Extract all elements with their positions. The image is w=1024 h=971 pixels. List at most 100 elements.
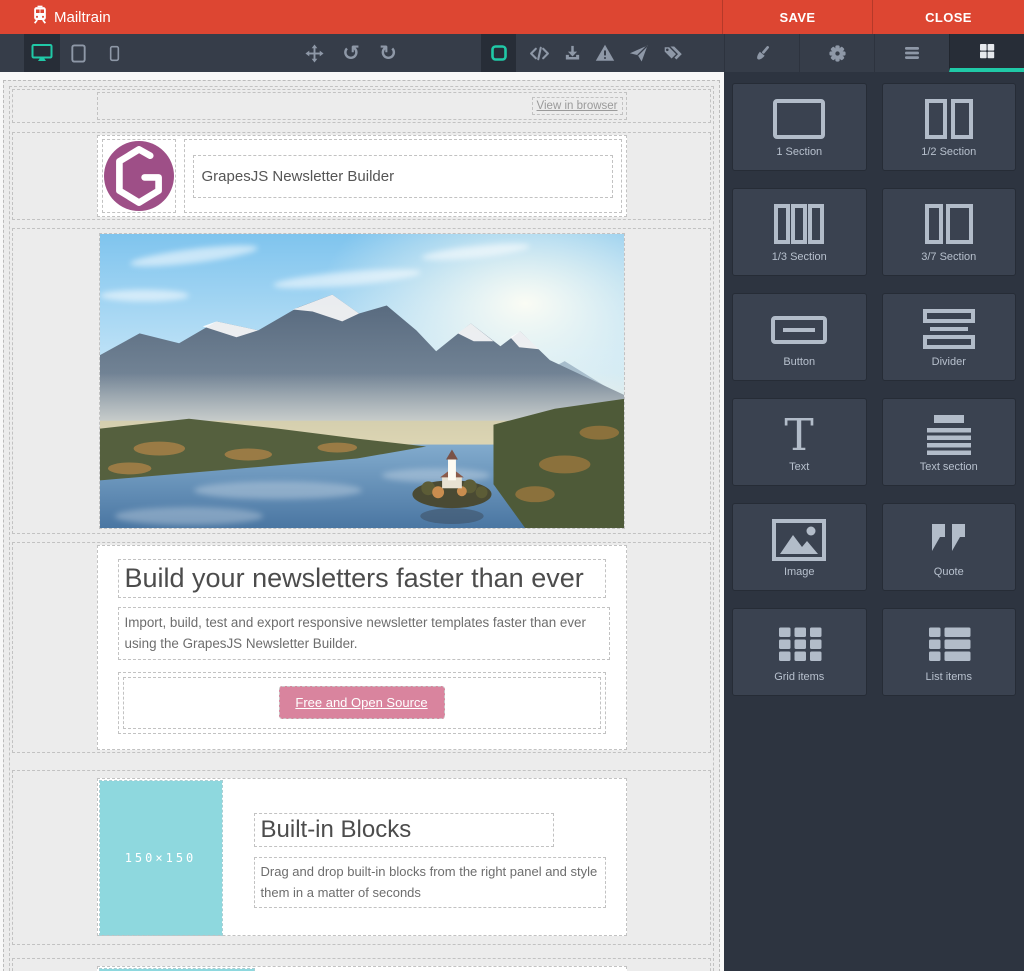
canvas-actions: ↺ ↻: [303, 34, 399, 72]
settings-gear-icon: [828, 44, 847, 63]
one-section-icon: [767, 97, 831, 143]
save-button[interactable]: SAVE: [722, 0, 872, 34]
block-label: Button: [783, 356, 815, 368]
block-label: Text: [789, 461, 809, 473]
brand-text-cell[interactable]: GrapesJS Newsletter Builder: [184, 139, 622, 213]
three-seven-section-icon: [917, 202, 981, 248]
device-mobile-button[interactable]: [96, 34, 132, 72]
block-label: Grid items: [774, 671, 824, 683]
block-card[interactable]: Quote: [882, 503, 1017, 591]
move-icon[interactable]: [303, 44, 325, 63]
block-card[interactable]: 3/7 Section: [882, 188, 1017, 276]
feature-image-wrap[interactable]: 150×150: [99, 780, 223, 936]
half-section-icon: [917, 97, 981, 143]
block-card[interactable]: 1/3 Section: [732, 188, 867, 276]
feature-text-cell[interactable]: Built-in Blocks Drag and drop built-in b…: [224, 779, 626, 935]
tab-layers[interactable]: [874, 34, 949, 72]
device-tablet-button[interactable]: [60, 34, 96, 72]
block-card[interactable]: Image: [732, 503, 867, 591]
browser-cell[interactable]: View in browser: [97, 92, 627, 120]
panel-tab-bar: [724, 34, 1024, 72]
logo-row[interactable]: GrapesJS Newsletter Builder: [12, 132, 711, 220]
free-open-source-button[interactable]: Free and Open Source: [279, 686, 445, 719]
hero-heading[interactable]: Build your newsletters faster than ever: [118, 559, 606, 598]
app-header: Mailtrain SAVE CLOSE: [0, 0, 1024, 34]
desktop-icon: [31, 43, 53, 63]
block-card[interactable]: Button: [732, 293, 867, 381]
grapesjs-logo-icon[interactable]: [104, 141, 174, 211]
block-card[interactable]: T Text: [732, 398, 867, 486]
hero-image-cell[interactable]: [97, 231, 627, 531]
block-label: Quote: [934, 566, 964, 578]
hero-text-section[interactable]: Build your newsletters faster than ever …: [97, 545, 627, 750]
hero-text-row[interactable]: Build your newsletters faster than ever …: [12, 542, 711, 753]
view-in-browser-link[interactable]: View in browser: [532, 97, 623, 115]
redo-icon[interactable]: ↻: [377, 43, 399, 64]
app-brand[interactable]: Mailtrain: [0, 5, 111, 30]
tab-blocks[interactable]: [949, 34, 1024, 72]
train-icon: [30, 5, 50, 30]
block-card[interactable]: 1/2 Section: [882, 83, 1017, 171]
browser-row[interactable]: View in browser: [12, 89, 711, 123]
feature-row[interactable]: 150×150 Built-in Blocks Drag and drop bu…: [12, 770, 711, 945]
block-card[interactable]: 1 Section: [732, 83, 867, 171]
text-section-icon: [917, 412, 981, 458]
blocks-grid-icon: [978, 42, 996, 60]
mobile-icon: [106, 45, 123, 62]
send-test-icon[interactable]: [628, 43, 649, 64]
grid-items-icon: [767, 622, 831, 668]
device-switcher: [0, 34, 132, 72]
undo-icon[interactable]: ↺: [340, 43, 362, 64]
block-label: Text section: [920, 461, 978, 473]
feature-text-cell-2[interactable]: [256, 967, 626, 971]
warning-icon[interactable]: [595, 43, 615, 63]
block-label: Image: [784, 566, 815, 578]
feature-section[interactable]: 150×150 Built-in Blocks Drag and drop bu…: [97, 778, 627, 936]
close-button[interactable]: CLOSE: [872, 0, 1024, 34]
block-card[interactable]: Text section: [882, 398, 1017, 486]
tags-icon[interactable]: [662, 43, 684, 63]
feature-row-2[interactable]: 150×150: [12, 958, 711, 971]
logo-image-wrap[interactable]: [102, 139, 176, 213]
block-label: 3/7 Section: [921, 251, 976, 263]
component-outline-icon: [490, 44, 508, 62]
tab-style-manager[interactable]: [724, 34, 799, 72]
quote-icon: [917, 517, 981, 563]
hero-image-row[interactable]: [12, 228, 711, 534]
divider-icon: [917, 307, 981, 353]
import-icon[interactable]: [563, 44, 582, 63]
block-card[interactable]: Divider: [882, 293, 1017, 381]
toggle-outline-button[interactable]: [481, 34, 516, 72]
tablet-icon: [69, 44, 88, 63]
third-section-icon: [767, 202, 831, 248]
code-icon[interactable]: [529, 44, 550, 63]
list-items-icon: [917, 622, 981, 668]
svg-text:T: T: [785, 413, 814, 457]
block-label: List items: [926, 671, 972, 683]
layers-icon: [902, 44, 922, 62]
placeholder-image[interactable]: 150×150: [100, 781, 222, 935]
email-body[interactable]: View in browser GrapesJ: [3, 80, 720, 971]
block-label: 1 Section: [776, 146, 822, 158]
block-label: Divider: [932, 356, 966, 368]
block-label: 1/2 Section: [921, 146, 976, 158]
hero-button-zone[interactable]: Free and Open Source: [118, 672, 606, 734]
logo-section[interactable]: GrapesJS Newsletter Builder: [97, 135, 627, 217]
block-label: 1/3 Section: [772, 251, 827, 263]
brand-text[interactable]: GrapesJS Newsletter Builder: [193, 155, 613, 198]
hero-image[interactable]: [99, 233, 625, 529]
tab-settings[interactable]: [799, 34, 874, 72]
hero-paragraph[interactable]: Import, build, test and export responsiv…: [118, 607, 610, 660]
feature-paragraph[interactable]: Drag and drop built-in blocks from the r…: [254, 857, 606, 908]
device-desktop-button[interactable]: [24, 34, 60, 72]
block-card[interactable]: List items: [882, 608, 1017, 696]
image-icon: [767, 517, 831, 563]
button-icon: [767, 307, 831, 353]
block-card[interactable]: Grid items: [732, 608, 867, 696]
editor-canvas[interactable]: View in browser GrapesJ: [0, 72, 724, 971]
feature-heading[interactable]: Built-in Blocks: [254, 813, 554, 847]
email-wrapper[interactable]: View in browser GrapesJ: [9, 86, 714, 971]
hero-button-cell[interactable]: Free and Open Source: [123, 677, 601, 729]
feature-section-2[interactable]: 150×150: [97, 966, 627, 971]
app-title: Mailtrain: [54, 9, 111, 26]
